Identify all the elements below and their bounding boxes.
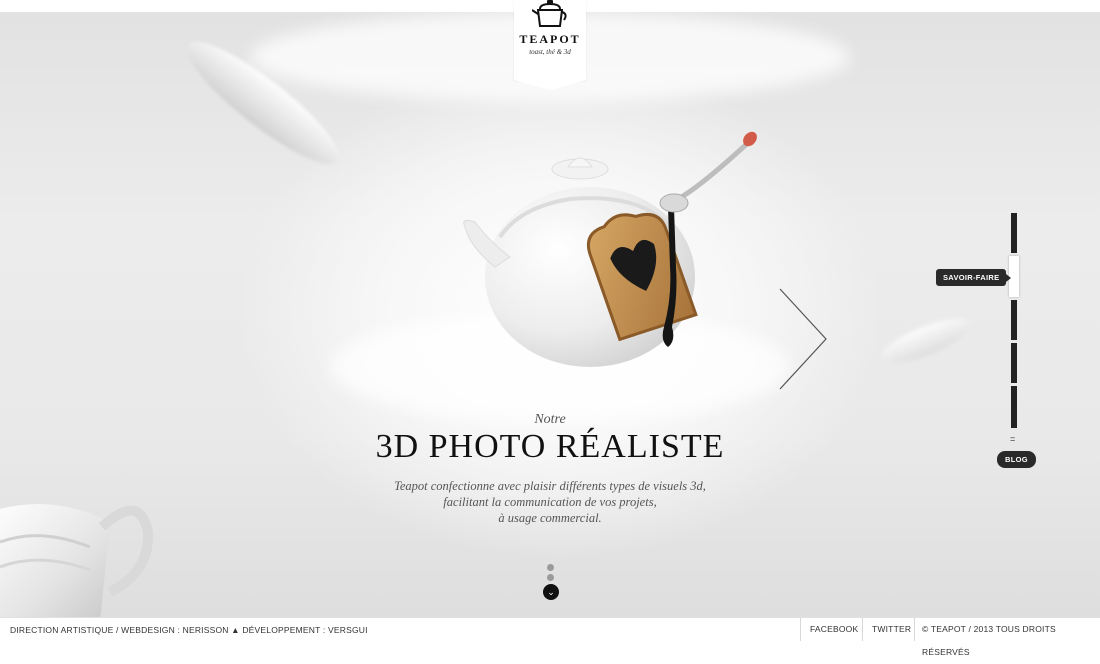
- facebook-link[interactable]: FACEBOOK: [800, 618, 867, 641]
- description-line: Teapot confectionne avec plaisir différe…: [394, 479, 706, 493]
- footer: DIRECTION ARTISTIQUE / WEBDESIGN : NERIS…: [0, 617, 1100, 657]
- description-line: facilitant la communication de vos proje…: [443, 495, 657, 509]
- nav-segment-3[interactable]: [1011, 300, 1017, 340]
- teapot-toast-illustration: [463, 131, 757, 367]
- nav-segment-5[interactable]: [1011, 386, 1017, 428]
- blog-button[interactable]: BLOG: [997, 451, 1036, 468]
- teapot-icon: [532, 0, 567, 27]
- description-line: à usage commercial.: [498, 511, 602, 525]
- hero-stage: [0, 12, 1100, 617]
- hero-kicker: Notre: [534, 412, 566, 427]
- logo-title: TEAPOT: [519, 32, 581, 46]
- logo-subtitle: toast, thé & 3d: [529, 48, 571, 56]
- chevron-down-icon: ⌄: [547, 587, 555, 597]
- teapot-logo[interactable]: TEAPOT toast, thé & 3d: [514, 0, 586, 90]
- hero-description: Teapot confectionne avec plaisir différe…: [300, 478, 800, 526]
- savoir-faire-tag[interactable]: SAVOIR-FAIRE: [936, 269, 1012, 286]
- footer-copyright: © TEAPOT / 2013 TOUS DROITS RÉSERVÉS: [914, 618, 1100, 657]
- slide-dot-1[interactable]: [547, 564, 554, 571]
- nav-separator: =: [1010, 434, 1016, 444]
- floating-plate-right: [876, 310, 976, 372]
- hero-headline: 3D PHOTO RÉALISTE: [375, 428, 725, 465]
- slide-dot-2[interactable]: [547, 574, 554, 581]
- footer-credits: DIRECTION ARTISTIQUE / WEBDESIGN : NERIS…: [10, 625, 368, 635]
- scroll-down-button[interactable]: ⌄: [543, 584, 559, 600]
- nav-segment-1[interactable]: [1011, 213, 1017, 253]
- teacup-image: [0, 504, 154, 617]
- section-scroll-nav: [1009, 213, 1019, 431]
- twitter-link[interactable]: TWITTER: [862, 618, 920, 641]
- next-slide-arrow[interactable]: [778, 287, 828, 391]
- nav-segment-4[interactable]: [1011, 343, 1017, 383]
